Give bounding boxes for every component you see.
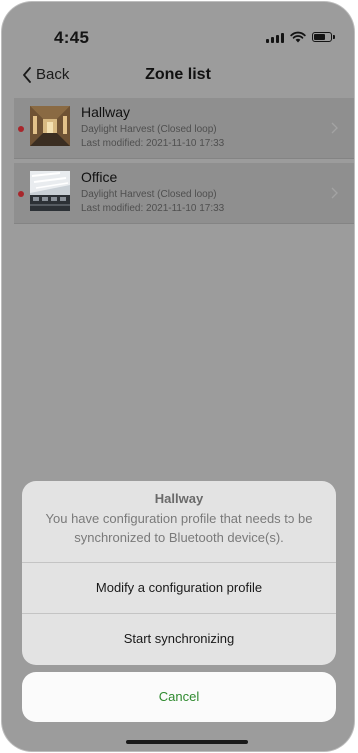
zone-row-hallway[interactable]: Hallway Daylight Harvest (Closed loop) L… [14, 98, 354, 159]
chevron-right-icon [331, 122, 338, 134]
zone-list: Hallway Daylight Harvest (Closed loop) L… [14, 98, 354, 228]
chevron-right-icon [331, 187, 338, 199]
modify-profile-button[interactable]: Modify a configuration profile [22, 563, 336, 614]
home-indicator [126, 740, 248, 744]
status-icons [266, 31, 335, 43]
unsynced-indicator [18, 191, 24, 197]
unsynced-indicator [18, 126, 24, 132]
status-time: 4:45 [54, 28, 90, 47]
zone-last-modified: Last modified: 2021-11-10 17:33 [81, 203, 225, 214]
office-thumbnail [30, 171, 70, 211]
zone-name: Office [81, 169, 118, 185]
battery-icon [312, 32, 335, 42]
zone-last-modified: Last modified: 2021-11-10 17:33 [81, 138, 225, 149]
zone-mode: Daylight Harvest (Closed loop) [81, 189, 217, 200]
action-sheet-title: Hallway [154, 491, 204, 506]
wifi-icon [290, 31, 306, 43]
zone-row-office[interactable]: Office Daylight Harvest (Closed loop) La… [14, 163, 354, 224]
signal-icon [266, 32, 284, 43]
action-sheet-header: Hallway You have configuration profile t… [22, 481, 336, 563]
status-bar: 4:45 [2, 2, 354, 54]
action-sheet: Hallway You have configuration profile t… [22, 481, 336, 665]
zone-mode: Daylight Harvest (Closed loop) [81, 124, 217, 135]
phone-screen: 4:45 Back Zone list Hallway Daylight Har… [2, 2, 354, 751]
navigation-bar: Back Zone list [2, 54, 354, 98]
cancel-button[interactable]: Cancel [22, 672, 336, 722]
action-sheet-message: You have configuration profile that need… [45, 511, 313, 545]
zone-name: Hallway [81, 104, 131, 120]
start-synchronizing-button[interactable]: Start synchronizing [22, 614, 336, 664]
hallway-thumbnail [30, 106, 70, 146]
page-title: Zone list [145, 66, 211, 83]
